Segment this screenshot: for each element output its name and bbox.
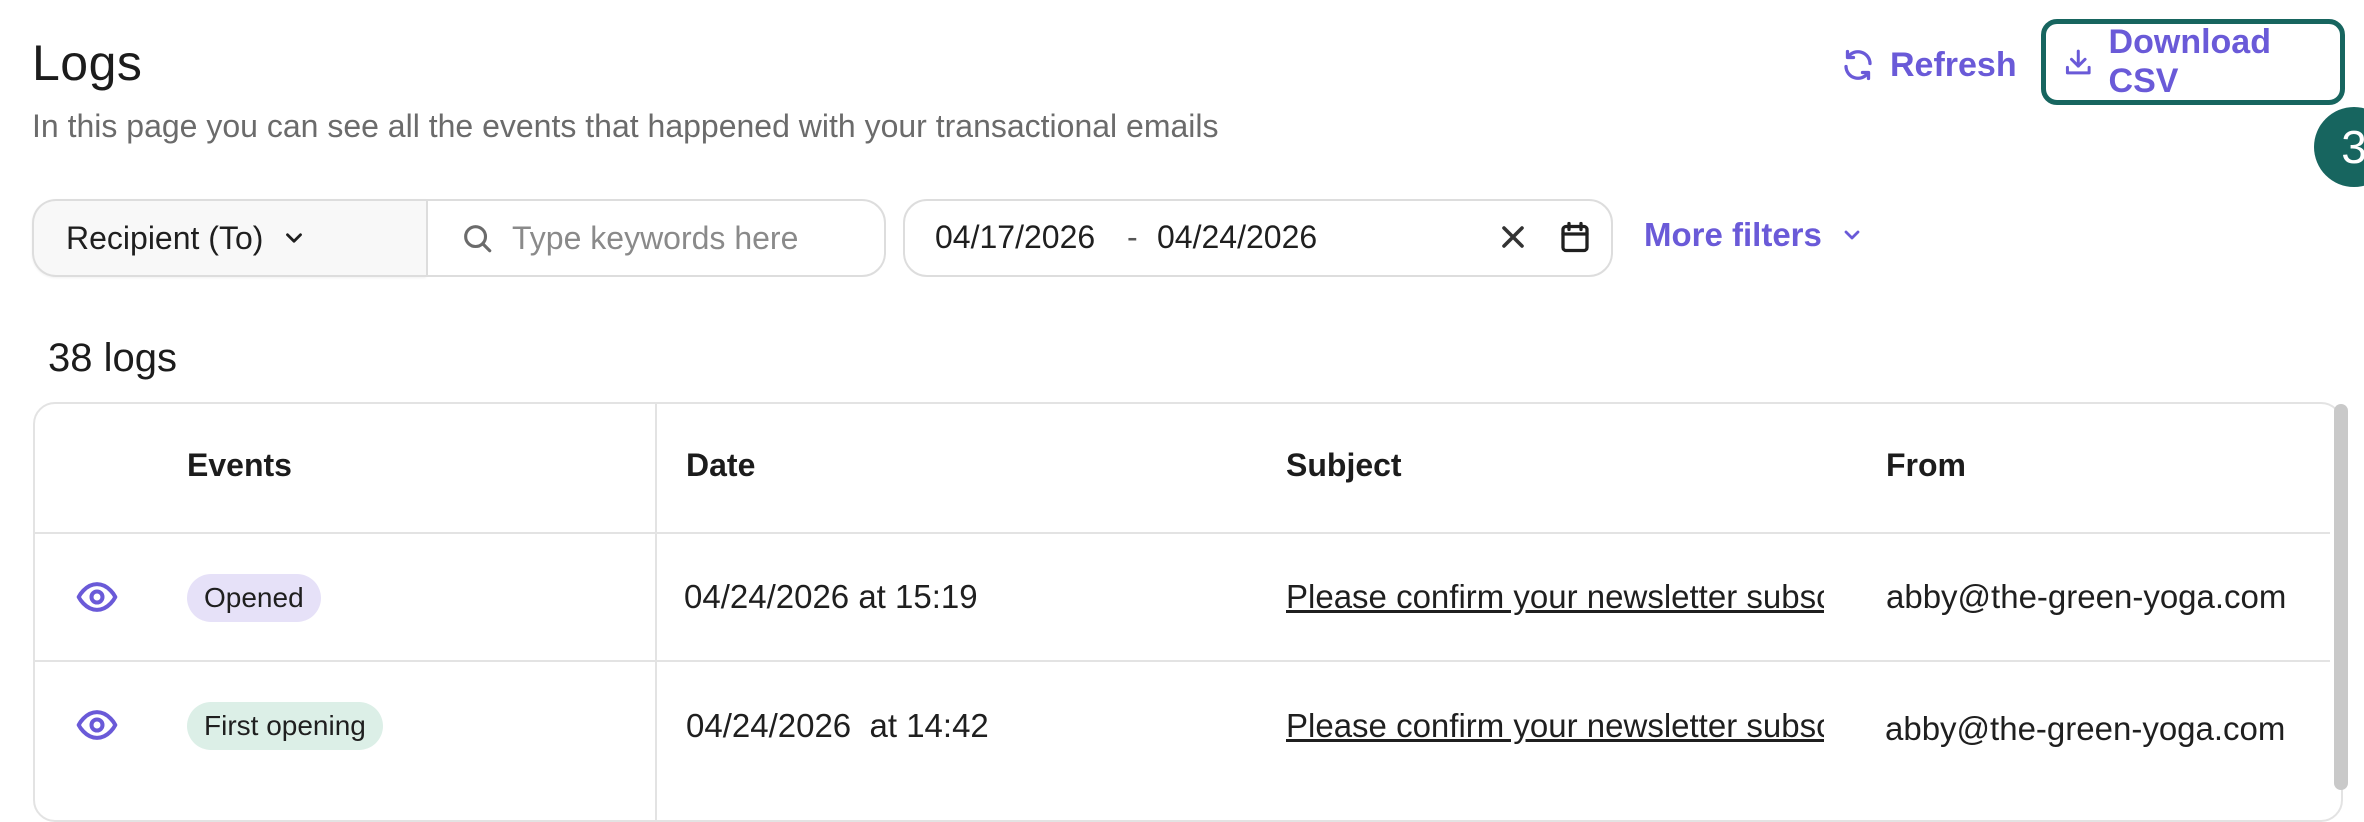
row-from: abby@the-green-yoga.com [1885, 710, 2286, 747]
page-subtitle: In this page you can see all the events … [32, 108, 1219, 144]
row-divider [35, 532, 2330, 534]
date-range-picker[interactable]: 04/17/2026 - 04/24/2026 [903, 199, 1613, 277]
download-csv-button[interactable]: Download CSV [2041, 19, 2345, 105]
refresh-label: Refresh [1890, 45, 2017, 84]
row-date: 04/24/2026 at 15:19 [684, 578, 978, 615]
event-badge: First opening [187, 702, 383, 750]
event-badge: Opened [187, 574, 321, 622]
eye-icon[interactable] [75, 703, 119, 747]
column-header-subject: Subject [1286, 447, 1402, 483]
close-icon[interactable] [1495, 219, 1531, 255]
search-input[interactable] [510, 218, 874, 258]
recipient-filter-select[interactable]: Recipient (To) [32, 199, 426, 277]
eye-icon[interactable] [75, 575, 119, 619]
date-separator: - [1127, 219, 1138, 255]
more-filters-label: More filters [1644, 216, 1822, 253]
row-divider [35, 660, 2330, 662]
logs-count: 38 logs [48, 336, 177, 380]
row-date: 04/24/2026 at 14:42 [686, 707, 989, 744]
keyword-search-box[interactable] [426, 199, 886, 277]
column-header-events: Events [187, 447, 292, 483]
refresh-button[interactable]: Refresh [1840, 40, 2017, 90]
step-badge: 3 [2314, 107, 2364, 187]
search-icon [464, 225, 492, 253]
column-header-date: Date [686, 447, 756, 483]
column-header-from: From [1886, 447, 1966, 483]
download-csv-label: Download CSV [2108, 23, 2271, 100]
refresh-icon [1844, 49, 1872, 81]
download-icon [2065, 49, 2091, 75]
chevron-down-icon [286, 233, 303, 243]
subject-link[interactable]: Please confirm your newsletter subscript… [1286, 707, 1824, 745]
page-title: Logs [32, 35, 143, 91]
recipient-filter-value: Recipient (To) [66, 219, 264, 256]
more-filters-button[interactable]: More filters [1644, 216, 1864, 254]
row-from: abby@the-green-yoga.com [1886, 578, 2287, 615]
column-divider [655, 404, 657, 820]
vertical-scrollbar[interactable] [2334, 404, 2348, 790]
date-start[interactable]: 04/17/2026 [935, 219, 1095, 256]
date-end[interactable]: 04/24/2026 [1157, 219, 1317, 256]
subject-link[interactable]: Please confirm your newsletter subscript… [1286, 578, 1824, 616]
logs-table: Events Date Subject From Opened 04/24/20… [33, 402, 2343, 822]
chevron-down-icon [1844, 230, 1860, 240]
calendar-icon[interactable] [1557, 219, 1593, 255]
